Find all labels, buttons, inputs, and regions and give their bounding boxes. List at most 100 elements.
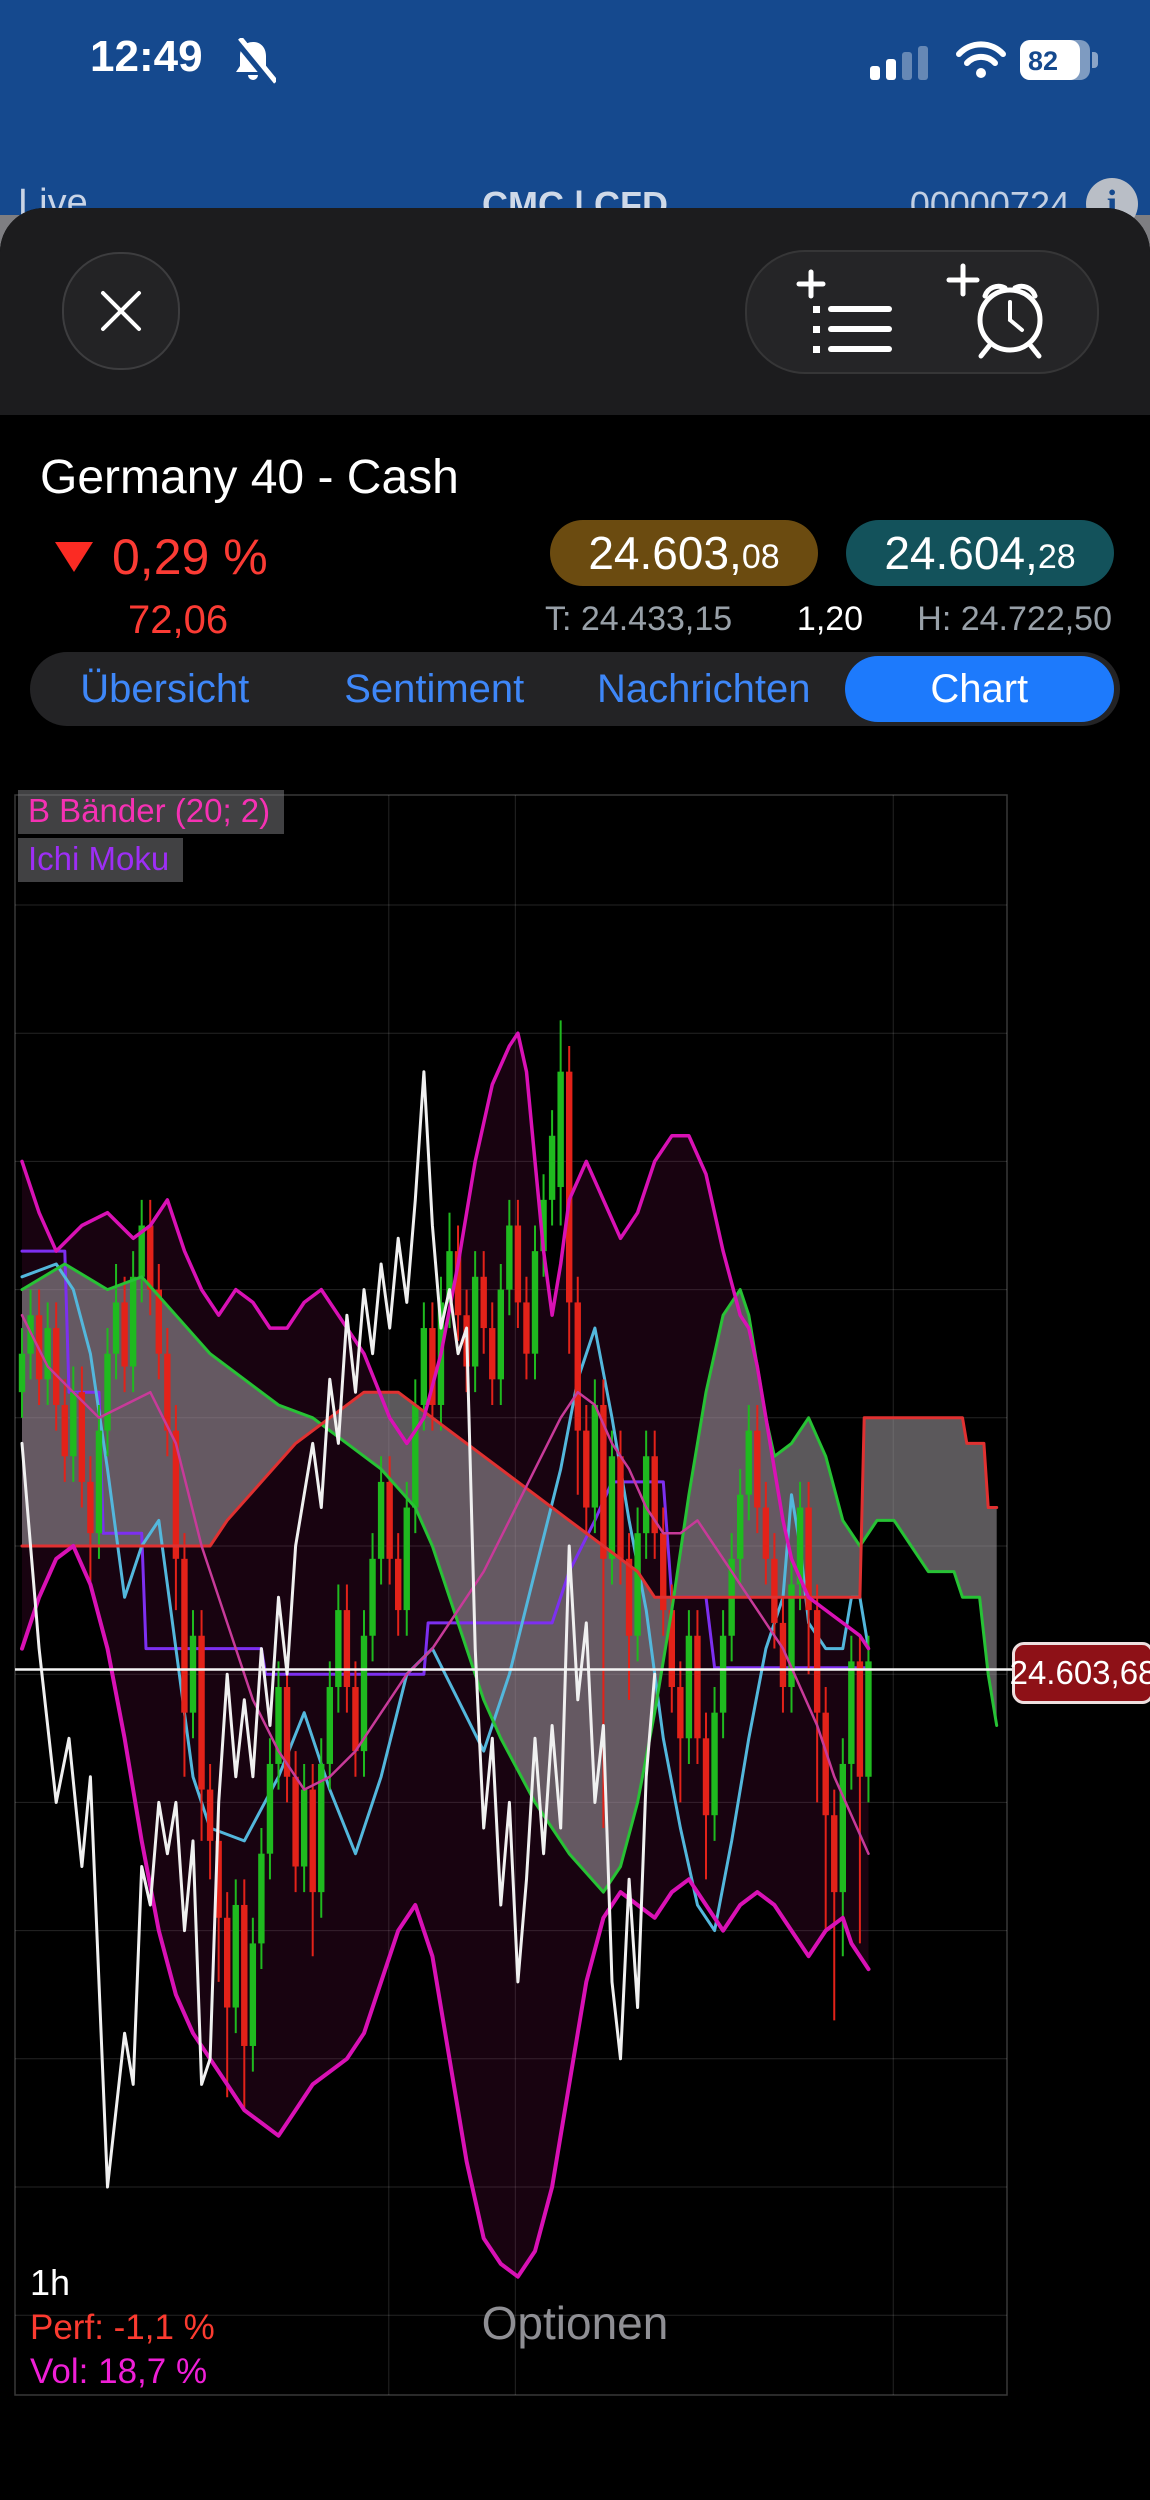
candle-body [857, 1661, 863, 1776]
candle-body [481, 1277, 487, 1328]
buy-price-fraction: 28 [1038, 538, 1076, 577]
candle-body [840, 1764, 846, 1892]
tab-sentiment[interactable]: Sentiment [300, 656, 570, 722]
candle-body [53, 1328, 59, 1405]
sell-price-fraction: 08 [742, 538, 780, 577]
candle-body [233, 1905, 239, 2008]
candle-body [498, 1290, 504, 1380]
candle-body [369, 1559, 375, 1636]
volatility-label: Vol: 18,7 % [30, 2352, 207, 2392]
app-screen: 12:49 82 Live CMC | CFD 00000724 i [0, 0, 1150, 2500]
add-to-watchlist-icon[interactable] [785, 266, 905, 362]
triangle-down-icon [55, 542, 93, 572]
legend-bollinger[interactable]: B Bänder (20; 2) [18, 790, 284, 834]
current-price-tag: 24.603,68 [1012, 1642, 1150, 1704]
candle-body [113, 1302, 119, 1353]
spread: 1,20 [790, 600, 870, 639]
candle-body [62, 1405, 68, 1456]
candle-body [412, 1405, 418, 1508]
candle-body [224, 1918, 230, 2008]
candle-body [327, 1687, 333, 1764]
chart-options-button[interactable]: Optionen [375, 2296, 775, 2350]
close-button[interactable] [62, 252, 180, 370]
day-high: H: 24.722,50 [880, 600, 1112, 639]
candle-body [720, 1636, 726, 1713]
candle-body [703, 1738, 709, 1815]
candle-body [506, 1226, 512, 1290]
candle-body [79, 1392, 85, 1482]
candle-body [395, 1559, 401, 1610]
candle-body [404, 1508, 410, 1611]
candle-body [310, 1790, 316, 1893]
candle-body [865, 1661, 871, 1776]
candle-body [147, 1226, 153, 1290]
tab-uebersicht[interactable]: Übersicht [30, 656, 300, 722]
candle-body [352, 1687, 358, 1751]
candle-body [686, 1636, 692, 1739]
series-band [22, 1033, 869, 2277]
timeframe-label[interactable]: 1h [30, 2262, 70, 2304]
candle-body [771, 1559, 777, 1623]
candle-body [643, 1456, 649, 1533]
instrument-title: Germany 40 - Cash [40, 450, 459, 505]
tab-bar: Übersicht Sentiment Nachrichten Chart [30, 652, 1120, 726]
candle-body [19, 1354, 25, 1392]
candle-body [258, 1854, 264, 1944]
candle-body [566, 1072, 572, 1303]
candle-body [250, 1943, 256, 2046]
add-price-alert-icon[interactable] [935, 258, 1065, 368]
tab-chart[interactable]: Chart [845, 656, 1115, 722]
performance-label: Perf: -1,1 % [30, 2308, 215, 2348]
candle-body [634, 1533, 640, 1636]
candle-body [301, 1790, 307, 1867]
sell-price-button[interactable]: 24.603, 08 [550, 520, 818, 586]
tab-nachrichten[interactable]: Nachrichten [569, 656, 839, 722]
legend-ichimoku[interactable]: Ichi Moku [18, 838, 183, 882]
close-icon [97, 287, 145, 335]
candle-body [292, 1777, 298, 1867]
sell-price: 24.603, [588, 526, 741, 580]
candle-body [472, 1277, 478, 1367]
candle-body [523, 1302, 529, 1353]
candle-body [241, 1905, 247, 2046]
candle-body [121, 1302, 127, 1366]
candle-body [267, 1764, 273, 1854]
candle-body [831, 1815, 837, 1892]
candle-body [677, 1687, 683, 1738]
candle-body [694, 1636, 700, 1739]
candle-body [421, 1328, 427, 1405]
candle-body [181, 1559, 187, 1713]
candle-body [626, 1559, 632, 1636]
day-low: T: 24.433,15 [545, 600, 732, 639]
change-absolute: 72,06 [128, 598, 228, 643]
candle-body [557, 1072, 563, 1187]
candle-body [763, 1508, 769, 1559]
candle-body [130, 1277, 136, 1367]
candle-body [207, 1790, 213, 1841]
candle-body [44, 1328, 50, 1379]
candle-body [575, 1302, 581, 1430]
candle-body [489, 1328, 495, 1379]
candle-body [592, 1405, 598, 1508]
candle-body [549, 1136, 555, 1200]
price-chart[interactable] [0, 0, 1150, 2500]
candle-body [70, 1392, 76, 1456]
buy-price-button[interactable]: 24.604, 28 [846, 520, 1114, 586]
candle-body [96, 1431, 102, 1534]
candle-body [583, 1431, 589, 1508]
candle-body [754, 1431, 760, 1508]
modal-header-actions [745, 250, 1099, 374]
candle-body [386, 1482, 392, 1559]
candle-body [617, 1456, 623, 1559]
candle-body [848, 1661, 854, 1764]
candle-body [378, 1482, 384, 1559]
change-percent: 0,29 % [112, 528, 268, 586]
candle-body [335, 1610, 341, 1687]
candle-body [532, 1251, 538, 1354]
candle-body [198, 1636, 204, 1790]
candle-body [823, 1713, 829, 1816]
candle-body [814, 1610, 820, 1713]
candle-body [87, 1482, 93, 1533]
candle-body [746, 1431, 752, 1495]
candle-body [609, 1456, 615, 1559]
